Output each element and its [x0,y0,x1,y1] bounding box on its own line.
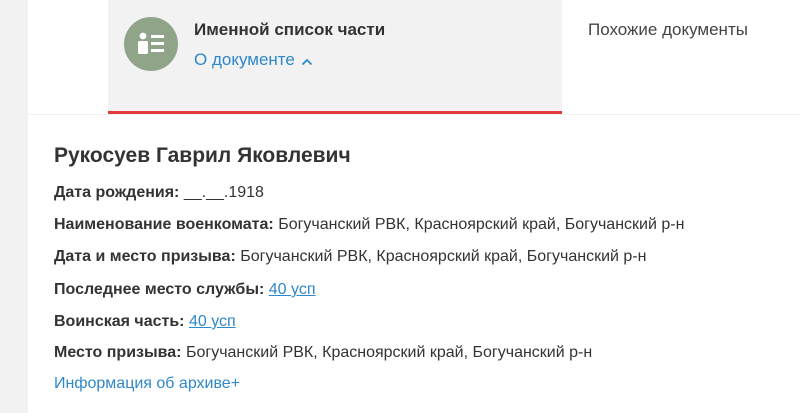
chevron-up-icon [301,51,313,71]
field-birth-date: Дата рождения: __.__.1918 [54,184,264,202]
field-last-service-place: Последнее место службы: 40 усп [54,281,316,299]
field-label: Последнее место службы: [54,281,265,298]
last-service-place-link[interactable]: 40 усп [269,281,316,298]
field-value: Богучанский РВК, Красноярский край, Богу… [240,248,647,265]
page: Именной список части О документе Похожие… [0,0,800,413]
about-document-label: О документе [194,50,295,69]
archive-info-link[interactable]: Информация об архиве+ [54,375,240,393]
document-header: Именной список части О документе Похожие… [28,0,800,114]
about-document-link[interactable]: О документе [194,50,313,71]
person-name: Рукосуев Гаврил Яковлевич [54,144,351,167]
field-conscription-date-place: Дата и место призыва: Богучанский РВК, К… [54,248,646,266]
record-card: Рукосуев Гаврил Яковлевич Дата рождения:… [28,115,800,413]
field-label: Дата и место призыва: [54,248,236,265]
field-label: Место призыва: [54,344,182,361]
field-value: Богучанский РВК, Красноярский край, Богу… [185,344,593,361]
field-label: Воинская часть: [54,313,185,330]
field-label: Наименование военкомата: [54,216,274,233]
field-label: Дата рождения: [54,184,180,201]
field-military-office: Наименование военкомата: Богучанский РВК… [54,216,684,234]
field-value: Богучанский РВК, Красноярский край, Богу… [278,216,685,233]
document-title: Именной список части [194,20,386,39]
military-unit-link[interactable]: 40 усп [189,313,236,330]
tab-document-list[interactable]: Именной список части О документе [108,0,562,114]
tab-similar-documents[interactable]: Похожие документы [588,20,748,40]
document-list-icon [124,17,178,71]
field-value: __.__.1918 [183,184,264,201]
field-military-unit: Воинская часть: 40 усп [54,313,236,331]
field-conscription-place: Место призыва: Богучанский РВК, Краснояр… [54,344,592,362]
